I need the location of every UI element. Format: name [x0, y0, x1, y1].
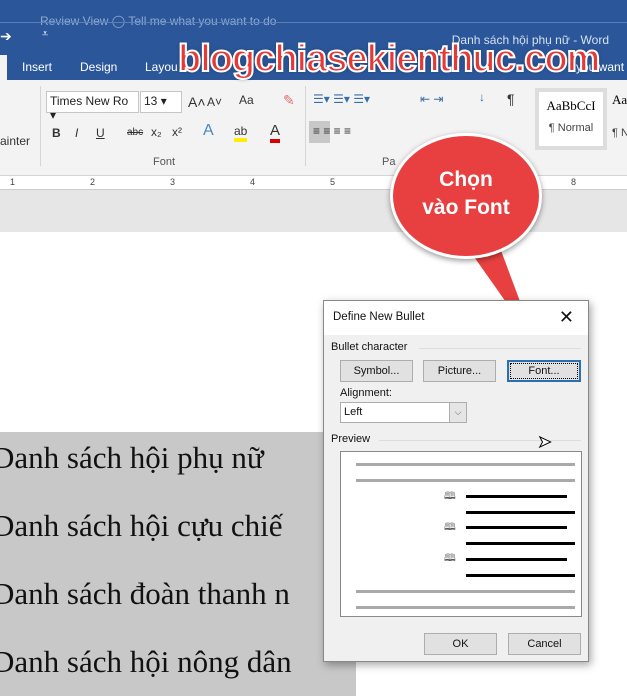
alignment-value: Left: [344, 406, 363, 418]
callout-text: Chọn: [439, 168, 493, 191]
callout-bubble: Chọn vào Font: [390, 133, 542, 259]
cancel-button[interactable]: Cancel: [508, 633, 581, 655]
alignment-label: Alignment:: [340, 387, 392, 399]
bullet-preview: 🕮 🕮 🕮: [340, 451, 582, 617]
callout-text: vào Font: [422, 196, 510, 219]
font-button[interactable]: Font...: [507, 360, 581, 382]
chevron-down-icon: ⌵: [449, 403, 466, 422]
dialog-title: Define New Bullet: [324, 301, 588, 335]
book-icon: 🕮: [444, 522, 456, 533]
ok-button[interactable]: OK: [424, 633, 497, 655]
book-icon: 🕮: [444, 491, 456, 502]
close-icon[interactable]: ✕: [559, 307, 574, 328]
define-new-bullet-dialog: Define New Bullet ✕ Bullet character Sym…: [323, 300, 589, 662]
symbol-button[interactable]: Symbol...: [340, 360, 413, 382]
bullet-character-label: Bullet character: [331, 341, 408, 353]
preview-label: Preview: [331, 433, 371, 445]
mouse-cursor-icon: ➤: [537, 434, 552, 452]
alignment-select[interactable]: Left ⌵: [340, 402, 467, 423]
picture-button[interactable]: Picture...: [423, 360, 496, 382]
book-icon: 🕮: [444, 553, 456, 564]
